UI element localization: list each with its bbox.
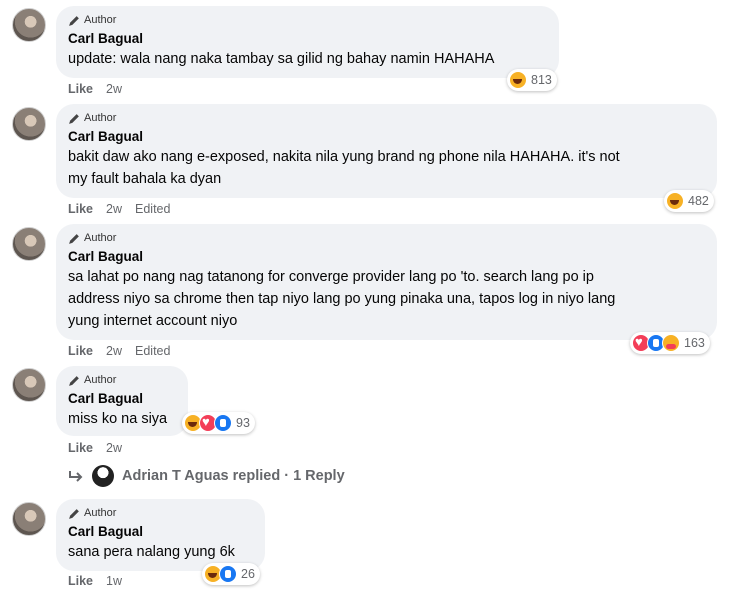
commenter-name[interactable]: Carl Bagual [68, 30, 547, 47]
reactions-summary[interactable]: 26 [202, 563, 260, 585]
edited-label[interactable]: Edited [135, 344, 170, 358]
avatar[interactable] [12, 107, 46, 141]
replier-avatar[interactable] [92, 465, 114, 487]
comment-actions: Like 2w [68, 441, 122, 455]
reaction-count: 482 [688, 194, 709, 208]
care-reaction-icon [662, 334, 680, 352]
comment-actions: Like 1w [68, 574, 122, 588]
pen-icon [69, 113, 79, 124]
like-button[interactable]: Like [68, 344, 93, 358]
reply-text[interactable]: Adrian T Aguas replied · 1 Reply [122, 468, 345, 484]
comment-text: sana pera nalang yung 6k [68, 544, 235, 560]
reaction-count: 163 [684, 336, 705, 350]
like-button[interactable]: Like [68, 82, 93, 96]
comment-text-line: bakit daw ako nang e-exposed, nakita nil… [68, 149, 620, 165]
comment-bubble: Author Carl Bagual update: wala nang nak… [56, 6, 559, 78]
avatar[interactable] [12, 368, 46, 402]
edited-label[interactable]: Edited [135, 202, 170, 216]
commenter-name[interactable]: Carl Bagual [68, 248, 705, 265]
comment-bubble: Author Carl Bagual sana pera nalang yung… [56, 499, 265, 571]
comment-actions: Like 2w Edited [68, 344, 170, 358]
author-badge-label: Author [84, 232, 117, 244]
pen-icon [69, 375, 79, 386]
haha-reaction-icon [509, 71, 527, 89]
author-badge: Author [68, 231, 705, 245]
like-button[interactable]: Like [68, 574, 93, 588]
commenter-name[interactable]: Carl Bagual [68, 128, 705, 145]
timestamp[interactable]: 1w [106, 574, 122, 588]
reactions-summary[interactable]: 163 [630, 332, 710, 354]
commenter-name[interactable]: Carl Bagual [68, 390, 176, 407]
comment-text-line: address niyo sa chrome then tap niyo lan… [68, 291, 616, 307]
commenter-name[interactable]: Carl Bagual [68, 523, 253, 540]
author-badge: Author [68, 13, 547, 27]
pen-icon [69, 15, 79, 26]
like-reaction-icon [214, 414, 232, 432]
comment-text: miss ko na siya [68, 411, 168, 427]
author-badge: Author [68, 373, 176, 387]
pen-icon [69, 233, 79, 244]
reaction-count: 26 [241, 567, 255, 581]
comment-bubble: Author Carl Bagual miss ko na siya [56, 366, 188, 436]
comment-text: sa lahat po nang nag tatanong for conver… [68, 266, 705, 332]
comment-text-line: yung internet account niyo [68, 313, 238, 329]
comment-bubble: Author Carl Bagual bakit daw ako nang e-… [56, 104, 717, 198]
reaction-count: 93 [236, 416, 250, 430]
view-replies-link[interactable]: Adrian T Aguas replied · 1 Reply [68, 465, 345, 487]
reply-arrow-icon [69, 471, 83, 482]
reaction-count: 813 [531, 73, 552, 87]
author-badge: Author [68, 506, 253, 520]
comment-text: bakit daw ako nang e-exposed, nakita nil… [68, 146, 705, 190]
like-button[interactable]: Like [68, 441, 93, 455]
reactions-summary[interactable]: 482 [664, 190, 714, 212]
comment-actions: Like 2w [68, 82, 122, 96]
timestamp[interactable]: 2w [106, 441, 122, 455]
timestamp[interactable]: 2w [106, 202, 122, 216]
comment-text-line: my fault bahala ka dyan [68, 171, 222, 187]
timestamp[interactable]: 2w [106, 344, 122, 358]
like-reaction-icon [219, 565, 237, 583]
comment-text: update: wala nang naka tambay sa gilid n… [68, 51, 495, 67]
reactions-summary[interactable]: 93 [182, 412, 255, 434]
comment-actions: Like 2w Edited [68, 202, 170, 216]
author-badge-label: Author [84, 507, 117, 519]
author-badge-label: Author [84, 374, 117, 386]
haha-reaction-icon [666, 192, 684, 210]
author-badge-label: Author [84, 112, 117, 124]
reactions-summary[interactable]: 813 [507, 69, 557, 91]
like-button[interactable]: Like [68, 202, 93, 216]
avatar[interactable] [12, 502, 46, 536]
comment-bubble: Author Carl Bagual sa lahat po nang nag … [56, 224, 717, 340]
pen-icon [69, 508, 79, 519]
timestamp[interactable]: 2w [106, 82, 122, 96]
comment-text-line: sa lahat po nang nag tatanong for conver… [68, 269, 594, 285]
avatar[interactable] [12, 227, 46, 261]
avatar[interactable] [12, 8, 46, 42]
author-badge-label: Author [84, 14, 117, 26]
author-badge: Author [68, 111, 705, 125]
